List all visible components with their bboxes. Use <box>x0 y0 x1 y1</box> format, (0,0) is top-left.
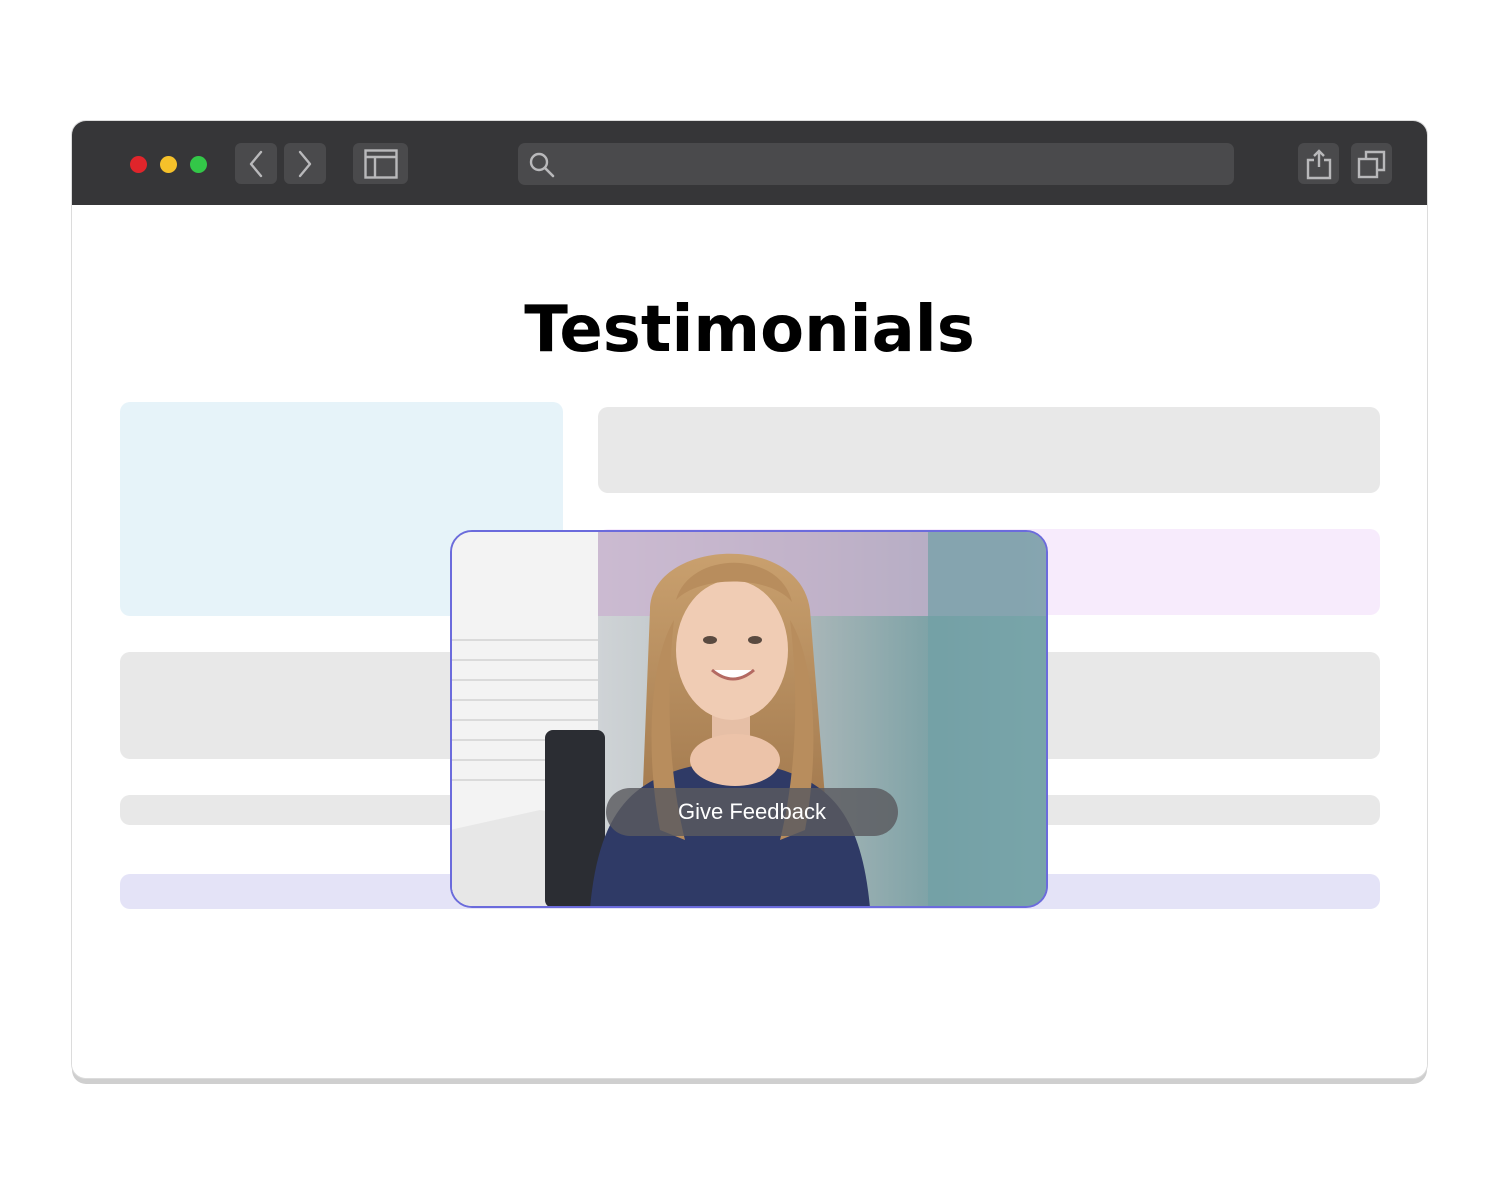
browser-toolbar <box>72 121 1427 205</box>
chevron-left-icon <box>249 150 263 177</box>
chevron-right-icon <box>298 150 312 177</box>
search-icon <box>529 152 555 178</box>
tabs-icon <box>1357 150 1385 178</box>
share-button[interactable] <box>1298 143 1339 184</box>
maximize-window-dot[interactable] <box>190 156 207 173</box>
browser-window: Testimonials Give Feedback <box>72 121 1427 1078</box>
video-testimonial-card[interactable]: Give Feedback <box>450 530 1048 908</box>
video-thumbnail <box>452 532 1046 906</box>
close-window-dot[interactable] <box>130 156 147 173</box>
share-icon <box>1306 148 1331 179</box>
page-content: Testimonials Give Feedback <box>72 205 1427 1078</box>
give-feedback-button[interactable]: Give Feedback <box>606 788 898 836</box>
sidebar-icon <box>363 148 398 179</box>
placeholder-bar <box>598 407 1380 493</box>
show-tabs-button[interactable] <box>1351 143 1392 184</box>
forward-button[interactable] <box>284 143 326 184</box>
page-title: Testimonials <box>524 293 975 367</box>
minimize-window-dot[interactable] <box>160 156 177 173</box>
back-button[interactable] <box>235 143 277 184</box>
sidebar-toggle-button[interactable] <box>353 143 408 184</box>
address-bar[interactable] <box>518 143 1234 185</box>
